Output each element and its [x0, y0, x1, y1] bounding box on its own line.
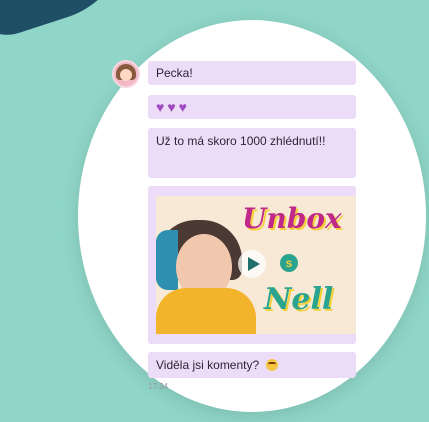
video-title-line1: Unbox [242, 202, 342, 235]
message-bubble: ♥♥♥ [148, 95, 356, 119]
laughing-emoji-icon [265, 359, 278, 371]
thumbnail-hoodie [156, 288, 256, 334]
message-bubble: Už to má skoro 1000 zhlédnutí!! [148, 128, 356, 178]
thumbnail-hair-dyed [156, 230, 178, 290]
message-bubble: Pecka! [148, 61, 356, 85]
play-icon[interactable] [238, 250, 266, 278]
message-bubble: Viděla jsi komenty? [148, 352, 356, 378]
video-message[interactable]: Unbox s Nell [148, 186, 356, 344]
hearts-icon: ♥♥♥ [156, 99, 190, 115]
message-text: Pecka! [156, 66, 193, 80]
avatar [112, 60, 140, 88]
background-shape [0, 0, 153, 46]
message-text: Už to má skoro 1000 zhlédnutí!! [156, 134, 326, 148]
message-text: Viděla jsi komenty? [156, 358, 260, 372]
video-title-mid: s [280, 254, 298, 272]
video-thumbnail[interactable]: Unbox s Nell [156, 196, 356, 334]
avatar-face [120, 69, 132, 81]
video-title-line2: Nell [264, 282, 334, 317]
timestamp: 17:34 [148, 382, 169, 391]
